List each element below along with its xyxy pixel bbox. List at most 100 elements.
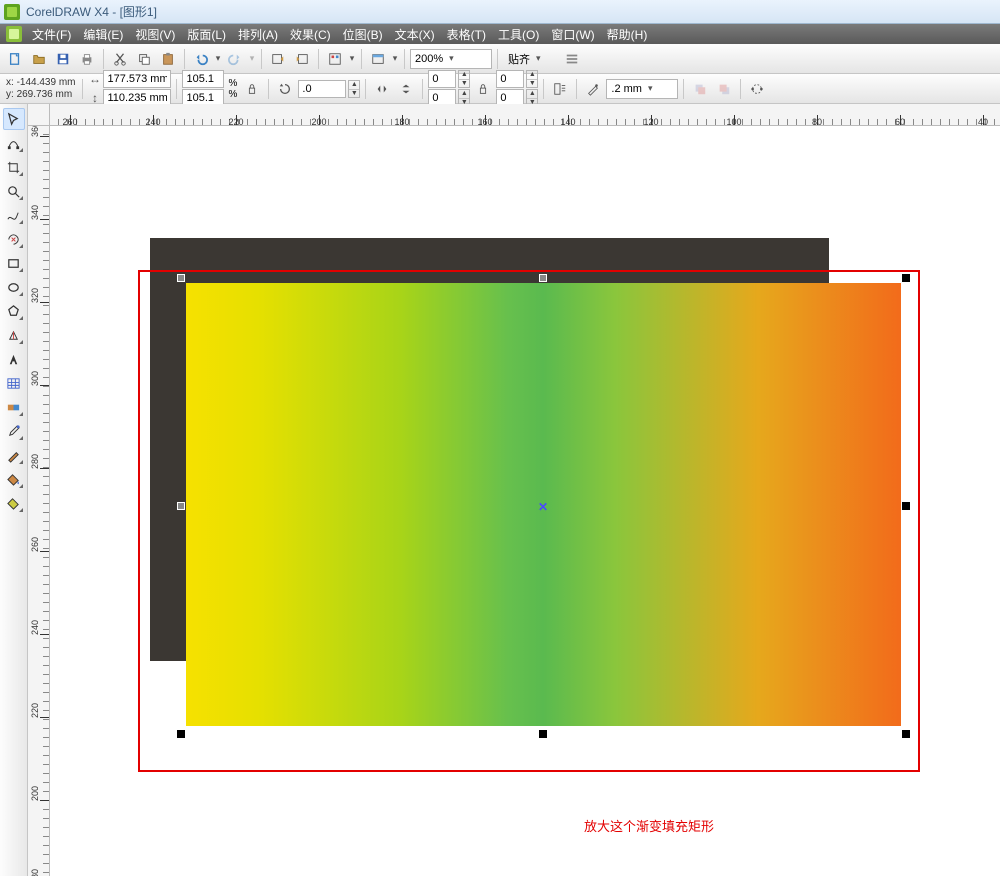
export-button[interactable] [291, 48, 313, 70]
menu-arrange[interactable]: 排列(A) [232, 24, 284, 45]
welcome-button[interactable] [367, 48, 389, 70]
polygon-tool[interactable] [3, 300, 25, 322]
menu-window[interactable]: 窗口(W) [545, 24, 600, 45]
menu-layout[interactable]: 版面(L) [181, 24, 232, 45]
canvas[interactable]: ✕ 放大这个渐变填充矩形 [50, 126, 1000, 876]
app-launcher-button[interactable] [324, 48, 346, 70]
zoom-tool[interactable] [3, 180, 25, 202]
fill-tool[interactable] [3, 468, 25, 490]
snap-combo[interactable]: 贴齐 ▾ [503, 49, 559, 69]
separator [103, 49, 104, 69]
horizontal-ruler[interactable]: 260240220200180160140120100806040 [50, 104, 1000, 126]
import-button[interactable] [267, 48, 289, 70]
zoom-combo[interactable]: 200% ▾ [410, 49, 492, 69]
mirror-v-button[interactable] [395, 78, 417, 100]
menu-view[interactable]: 视图(V) [129, 24, 181, 45]
corner3-input[interactable] [496, 70, 524, 88]
outline-width-value: .2 mm [611, 83, 642, 95]
menu-table[interactable]: 表格(T) [441, 24, 492, 45]
interactive-fill-tool[interactable] [3, 492, 25, 514]
rotation-input[interactable] [298, 80, 346, 98]
separator [576, 79, 577, 99]
handle-mid-left[interactable] [177, 502, 185, 510]
new-button[interactable] [4, 48, 26, 70]
vertical-ruler[interactable]: 360340320300280260240220200180 [28, 126, 50, 876]
open-button[interactable] [28, 48, 50, 70]
corner-lock-button[interactable] [472, 78, 494, 100]
paste-button[interactable] [157, 48, 179, 70]
spinner[interactable]: ▲▼ [458, 70, 470, 88]
menu-help[interactable]: 帮助(H) [601, 24, 654, 45]
spinner[interactable]: ▲▼ [526, 70, 538, 88]
app-logo-icon [4, 4, 20, 20]
zoom-value: 200% [415, 53, 443, 65]
handle-top-right[interactable] [902, 274, 910, 282]
print-button[interactable] [76, 48, 98, 70]
options-button[interactable] [561, 48, 583, 70]
outline-width-combo[interactable]: .2 mm ▾ [606, 79, 678, 99]
handle-top-left[interactable] [177, 274, 185, 282]
corner1-input[interactable] [428, 70, 456, 88]
wrap-text-button[interactable] [549, 78, 571, 100]
menu-tools[interactable]: 工具(O) [492, 24, 545, 45]
window-title: CorelDRAW X4 - [图形1] [26, 3, 157, 20]
scalex-input[interactable] [182, 70, 224, 88]
menu-bar: 文件(F) 编辑(E) 视图(V) 版面(L) 排列(A) 效果(C) 位图(B… [0, 24, 1000, 44]
smart-fill-tool[interactable] [3, 228, 25, 250]
undo-dropdown-icon[interactable]: ▾ [214, 53, 222, 64]
copy-button[interactable] [133, 48, 155, 70]
snap-label: 贴齐 [508, 51, 530, 67]
selection-center-icon[interactable]: ✕ [538, 500, 548, 514]
toolbox [0, 104, 28, 876]
handle-mid-right[interactable] [902, 502, 910, 510]
separator [184, 49, 185, 69]
interactive-tool[interactable] [3, 396, 25, 418]
undo-button[interactable] [190, 48, 212, 70]
mirror-h-button[interactable] [371, 78, 393, 100]
cut-button[interactable] [109, 48, 131, 70]
rotation-spinner[interactable]: ▲▼ [348, 80, 360, 98]
separator [268, 79, 269, 99]
eyedropper-tool[interactable] [3, 420, 25, 442]
to-front-button[interactable] [689, 78, 711, 100]
redo-button[interactable] [224, 48, 246, 70]
menu-bitmaps[interactable]: 位图(B) [337, 24, 389, 45]
freehand-tool[interactable] [3, 204, 25, 226]
separator [82, 79, 83, 99]
separator [543, 79, 544, 99]
menu-text[interactable]: 文本(X) [389, 24, 441, 45]
basic-shapes-tool[interactable] [3, 324, 25, 346]
text-tool[interactable] [3, 348, 25, 370]
ruler-origin[interactable] [28, 104, 50, 126]
welcome-dropdown-icon[interactable]: ▾ [391, 53, 399, 64]
app-menu-icon [6, 26, 22, 42]
rectangle-tool[interactable] [3, 252, 25, 274]
handle-top-mid[interactable] [539, 274, 547, 282]
menu-file[interactable]: 文件(F) [26, 24, 77, 45]
separator [740, 79, 741, 99]
separator [176, 79, 177, 99]
redo-dropdown-icon[interactable]: ▾ [248, 53, 256, 64]
handle-bot-left[interactable] [177, 730, 185, 738]
menu-edit[interactable]: 编辑(E) [77, 24, 129, 45]
menu-effects[interactable]: 效果(C) [284, 24, 337, 45]
table-tool[interactable] [3, 372, 25, 394]
shape-tool[interactable] [3, 132, 25, 154]
convert-to-curves-button[interactable] [746, 78, 768, 100]
width-icon: ↔ [88, 73, 101, 86]
save-button[interactable] [52, 48, 74, 70]
to-back-button[interactable] [713, 78, 735, 100]
percent-label: %% [226, 78, 239, 100]
annotation-text: 放大这个渐变填充矩形 [584, 816, 714, 835]
handle-bot-right[interactable] [902, 730, 910, 738]
lock-ratio-button[interactable] [241, 78, 263, 100]
crop-tool[interactable] [3, 156, 25, 178]
separator [261, 49, 262, 69]
handle-bot-mid[interactable] [539, 730, 547, 738]
pick-tool[interactable] [3, 108, 25, 130]
width-input[interactable] [103, 70, 171, 88]
separator [318, 49, 319, 69]
ellipse-tool[interactable] [3, 276, 25, 298]
outline-tool[interactable] [3, 444, 25, 466]
launcher-dropdown-icon[interactable]: ▾ [348, 53, 356, 64]
